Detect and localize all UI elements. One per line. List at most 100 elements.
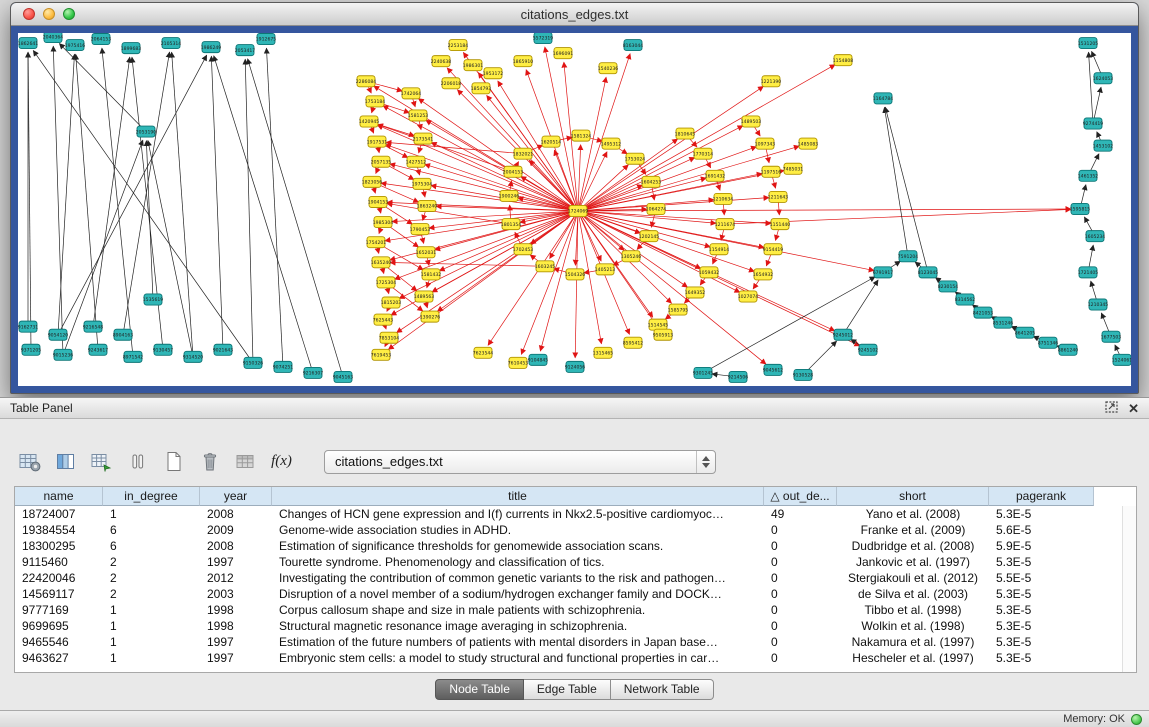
- network-node[interactable]: 1912675: [256, 34, 277, 45]
- undock-panel-icon[interactable]: [1105, 401, 1118, 415]
- network-node[interactable]: 1151440: [770, 219, 791, 230]
- network-node[interactable]: 1975416: [65, 40, 86, 51]
- network-node[interactable]: 1221390: [761, 76, 782, 87]
- network-node[interactable]: 7853104: [379, 332, 400, 343]
- network-node[interactable]: 1832021: [513, 148, 534, 159]
- network-node[interactable]: 1815203: [381, 297, 402, 308]
- network-node[interactable]: 1540236: [598, 63, 619, 74]
- column-header-name[interactable]: name: [15, 487, 103, 506]
- network-edge[interactable]: [76, 54, 98, 350]
- network-edge[interactable]: [123, 52, 170, 335]
- network-node[interactable]: 7625443: [373, 314, 394, 325]
- network-node[interactable]: 1975304: [412, 178, 433, 189]
- network-node[interactable]: 9104845: [528, 354, 549, 365]
- network-node[interactable]: 1489503: [741, 116, 762, 127]
- network-node[interactable]: 8163044: [623, 40, 644, 51]
- column-header-year[interactable]: year: [200, 487, 272, 506]
- network-edge[interactable]: [435, 211, 578, 250]
- table-row[interactable]: 1938455462009Genome-wide association stu…: [15, 522, 1136, 538]
- network-node[interactable]: 8595412: [623, 337, 644, 348]
- network-node[interactable]: 1620514: [541, 136, 562, 147]
- network-node[interactable]: 1904153: [368, 196, 389, 207]
- network-node[interactable]: 1986301: [463, 60, 484, 71]
- show-columns-button[interactable]: [52, 449, 79, 474]
- network-node[interactable]: 1097343: [755, 138, 776, 149]
- network-edge[interactable]: [578, 171, 784, 212]
- function-builder-button[interactable]: f(x): [268, 449, 295, 474]
- network-node[interactable]: 1986249: [201, 42, 222, 53]
- network-node[interactable]: 1595815: [1070, 203, 1091, 214]
- network-node[interactable]: 1691432: [705, 170, 726, 181]
- row-mode-button[interactable]: [124, 449, 151, 474]
- network-node[interactable]: 1390276: [420, 311, 441, 322]
- network-node[interactable]: 9074251: [273, 361, 294, 372]
- network-node[interactable]: 1427512: [406, 156, 427, 167]
- network-edge[interactable]: [575, 211, 578, 358]
- network-node[interactable]: 1210634: [713, 193, 734, 204]
- network-edge[interactable]: [93, 57, 130, 327]
- network-node[interactable]: 9314520: [183, 351, 204, 362]
- network-edge[interactable]: [63, 140, 143, 355]
- network-node[interactable]: 1721405: [1078, 267, 1099, 278]
- network-node[interactable]: 1754201: [366, 237, 387, 248]
- delete-column-button[interactable]: [196, 449, 223, 474]
- network-node[interactable]: 8314562: [955, 294, 976, 305]
- network-node[interactable]: 9150326: [243, 357, 264, 368]
- network-node[interactable]: 8531246: [993, 317, 1014, 328]
- network-node[interactable]: 9274419: [1083, 118, 1104, 129]
- network-node[interactable]: 1725304: [376, 277, 397, 288]
- network-node[interactable]: 1624053: [1093, 73, 1114, 84]
- network-node[interactable]: 9301245: [693, 367, 714, 378]
- network-node[interactable]: 1535619: [143, 294, 164, 305]
- network-node[interactable]: 1854793: [471, 83, 492, 94]
- network-node[interactable]: 1461352: [1078, 170, 1099, 181]
- network-node[interactable]: 7623544: [473, 347, 494, 358]
- network-edge[interactable]: [478, 73, 578, 211]
- network-edge[interactable]: [33, 50, 253, 362]
- network-node[interactable]: 7619453: [371, 349, 392, 360]
- column-header-title[interactable]: title: [272, 487, 764, 506]
- network-node[interactable]: 9015236: [53, 349, 74, 360]
- network-node[interactable]: 1524061: [1112, 354, 1131, 365]
- network-edge[interactable]: [248, 59, 343, 377]
- column-header-in_degree[interactable]: in_degree: [103, 487, 200, 506]
- network-node[interactable]: 1635240: [371, 257, 392, 268]
- network-node[interactable]: 2286084: [356, 76, 377, 87]
- network-node[interactable]: 8751346: [1038, 337, 1059, 348]
- table-select-dropdown[interactable]: citations_edges.txt: [324, 450, 716, 474]
- table-options-button[interactable]: [16, 449, 43, 474]
- network-edge[interactable]: [390, 263, 545, 267]
- network-node[interactable]: 2064153: [91, 34, 112, 45]
- network-node[interactable]: 2105314: [161, 38, 182, 49]
- network-node[interactable]: 9130457: [153, 344, 174, 355]
- network-node[interactable]: 9245012: [833, 329, 854, 340]
- network-node[interactable]: 1753184: [365, 96, 386, 107]
- network-edge[interactable]: [843, 280, 878, 335]
- network-node[interactable]: 1315465: [593, 347, 614, 358]
- network-node[interactable]: 9045163: [333, 371, 354, 382]
- table-row[interactable]: 2242004622012Investigating the contribut…: [15, 570, 1136, 586]
- network-node[interactable]: 9505913: [653, 329, 674, 340]
- network-node[interactable]: 1154808: [833, 55, 854, 66]
- tab-node-table[interactable]: Node Table: [435, 679, 524, 700]
- network-node[interactable]: 7591204: [898, 251, 919, 262]
- network-node[interactable]: 9162731: [18, 321, 38, 332]
- network-node[interactable]: 9054120: [48, 329, 69, 340]
- column-header-pagerank[interactable]: pagerank: [989, 487, 1094, 506]
- network-edge[interactable]: [578, 139, 678, 211]
- column-header-short[interactable]: short: [837, 487, 989, 506]
- network-node[interactable]: 1495312: [601, 138, 622, 149]
- network-node[interactable]: 1211643: [768, 191, 789, 202]
- tab-network-table[interactable]: Network Table: [611, 679, 714, 700]
- network-node[interactable]: 7485031: [783, 163, 804, 174]
- tab-edge-table[interactable]: Edge Table: [524, 679, 611, 700]
- network-node[interactable]: 1702453: [513, 244, 534, 255]
- network-edge[interactable]: [578, 211, 658, 327]
- network-node[interactable]: 1605234: [1085, 231, 1106, 242]
- zoom-window-button[interactable]: [63, 8, 75, 20]
- network-edge[interactable]: [148, 140, 193, 356]
- network-node[interactable]: 1742064: [401, 88, 422, 99]
- network-node[interactable]: 2206018: [441, 78, 462, 89]
- network-node[interactable]: 1652031: [416, 247, 437, 258]
- network-node[interactable]: 8861240: [1058, 344, 1079, 355]
